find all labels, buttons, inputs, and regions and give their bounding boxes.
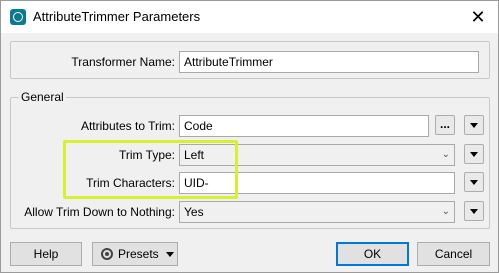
gear-icon [101,248,113,260]
trim-type-menu-button[interactable] [464,144,484,164]
attributes-to-trim-input[interactable]: Code [179,115,429,137]
attributes-menu-button[interactable] [464,115,484,135]
trim-type-value: Left [184,148,205,162]
help-button[interactable]: Help [10,242,82,266]
app-icon [10,9,26,25]
close-icon[interactable]: ✕ [463,3,493,31]
chevron-down-icon: ⌄ [441,206,450,217]
window-title: AttributeTrimmer Parameters [33,9,201,24]
triangle-down-icon [470,123,478,128]
trim-type-label: Trim Type: [118,148,175,162]
cancel-button[interactable]: Cancel [417,242,490,266]
attributes-browse-button[interactable]: ... [435,115,455,135]
dialog-window: AttributeTrimmer Parameters ✕ Transforme… [0,0,499,273]
triangle-down-icon [470,152,478,157]
presets-button[interactable]: Presets [92,242,178,266]
title-bar: AttributeTrimmer Parameters ✕ [1,1,498,33]
trim-characters-label: Trim Characters: [86,176,175,190]
triangle-down-icon [470,180,478,185]
triangle-down-icon [470,209,478,214]
ok-button[interactable]: OK [336,242,409,266]
general-group-legend: General [19,90,66,104]
triangle-down-icon [166,252,174,257]
allow-trim-select[interactable]: Yes ⌄ [179,201,455,223]
trim-characters-input[interactable]: UID- [179,172,455,194]
transformer-name-label: Transformer Name: [71,55,175,69]
trim-characters-menu-button[interactable] [464,172,484,192]
presets-label: Presets [118,247,159,261]
chevron-down-icon: ⌄ [441,149,450,160]
trim-type-select[interactable]: Left ⌄ [179,144,455,166]
allow-trim-menu-button[interactable] [464,201,484,221]
allow-trim-value: Yes [184,205,204,219]
allow-trim-label: Allow Trim Down to Nothing: [24,205,175,219]
transformer-name-input[interactable]: AttributeTrimmer [179,51,479,73]
attributes-to-trim-label: Attributes to Trim: [80,119,175,133]
